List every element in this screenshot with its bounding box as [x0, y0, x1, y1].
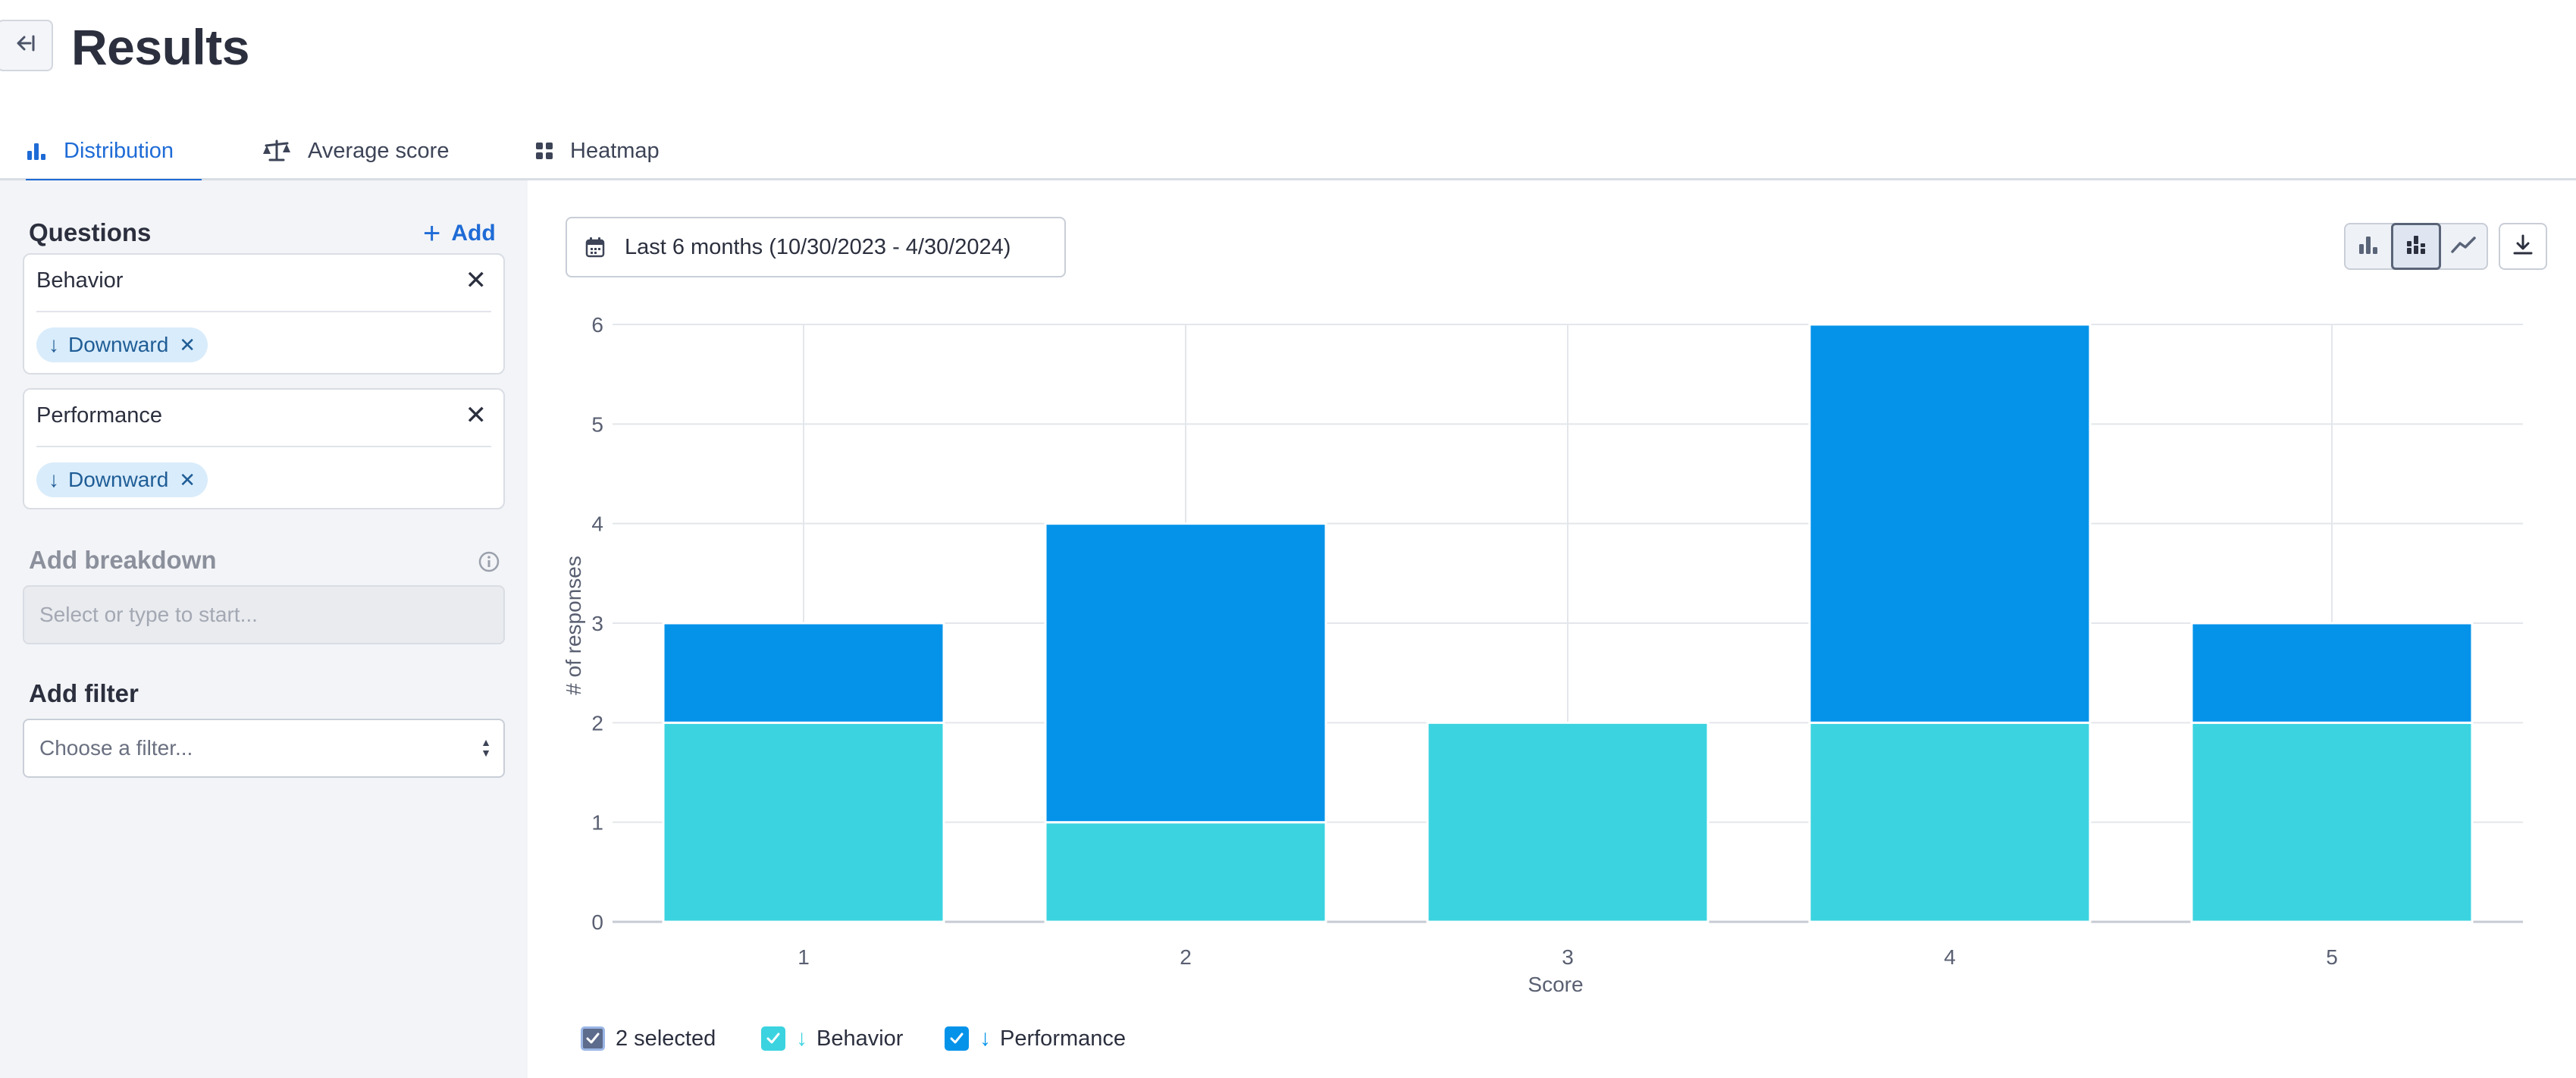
- bar-performance-score-2[interactable]: [1044, 522, 1327, 824]
- bar-performance-score-5[interactable]: [2190, 622, 2474, 724]
- y-tick-label: 4: [591, 512, 603, 536]
- bar-behavior-score-2[interactable]: [1044, 821, 1327, 923]
- arrow-down-icon: ↓: [979, 1026, 991, 1051]
- bar-performance-score-4[interactable]: [1808, 323, 2092, 724]
- y-axis-label: # of responses: [562, 556, 585, 695]
- y-tick-label: 0: [591, 910, 603, 934]
- distribution-chart: 0 1 2 3 4 5 6 1 2 3 4 5 Score # of responses: [562, 313, 2523, 996]
- x-tick-label: 3: [1562, 945, 1574, 969]
- bar-behavior-score-4[interactable]: [1808, 721, 2092, 923]
- results-page: Results Distribution Average score Heatm…: [0, 0, 2576, 1078]
- x-tick-label: 1: [798, 945, 810, 969]
- x-tick-label: 5: [2326, 945, 2338, 969]
- x-tick-label: 4: [1944, 945, 1956, 969]
- arrow-down-icon: ↓: [796, 1026, 807, 1051]
- bar-behavior-score-5[interactable]: [2190, 721, 2474, 923]
- y-tick-label: 3: [591, 612, 603, 635]
- x-axis-label: Score: [1528, 973, 1583, 996]
- legend-item-behavior[interactable]: ↓ Behavior: [761, 1022, 903, 1055]
- x-tick-label: 2: [1180, 945, 1192, 969]
- bar-behavior-score-1[interactable]: [662, 721, 945, 923]
- y-tick-label: 2: [591, 711, 603, 735]
- bar-performance-score-1[interactable]: [662, 622, 945, 724]
- legend-item-label: Behavior: [816, 1026, 904, 1051]
- bar-behavior-score-3[interactable]: [1426, 721, 1709, 923]
- y-tick-label: 1: [591, 811, 603, 835]
- checkbox-icon[interactable]: [761, 1026, 785, 1051]
- checkbox-icon[interactable]: [945, 1026, 969, 1051]
- legend-select-all-label: 2 selected: [616, 1026, 716, 1051]
- legend-item-label: Performance: [1000, 1026, 1127, 1051]
- checkbox-icon[interactable]: [581, 1026, 605, 1051]
- legend-select-all[interactable]: 2 selected: [581, 1022, 716, 1055]
- y-tick-label: 6: [591, 313, 603, 337]
- y-tick-label: 5: [591, 412, 603, 436]
- legend-item-performance[interactable]: ↓ Performance: [945, 1022, 1126, 1055]
